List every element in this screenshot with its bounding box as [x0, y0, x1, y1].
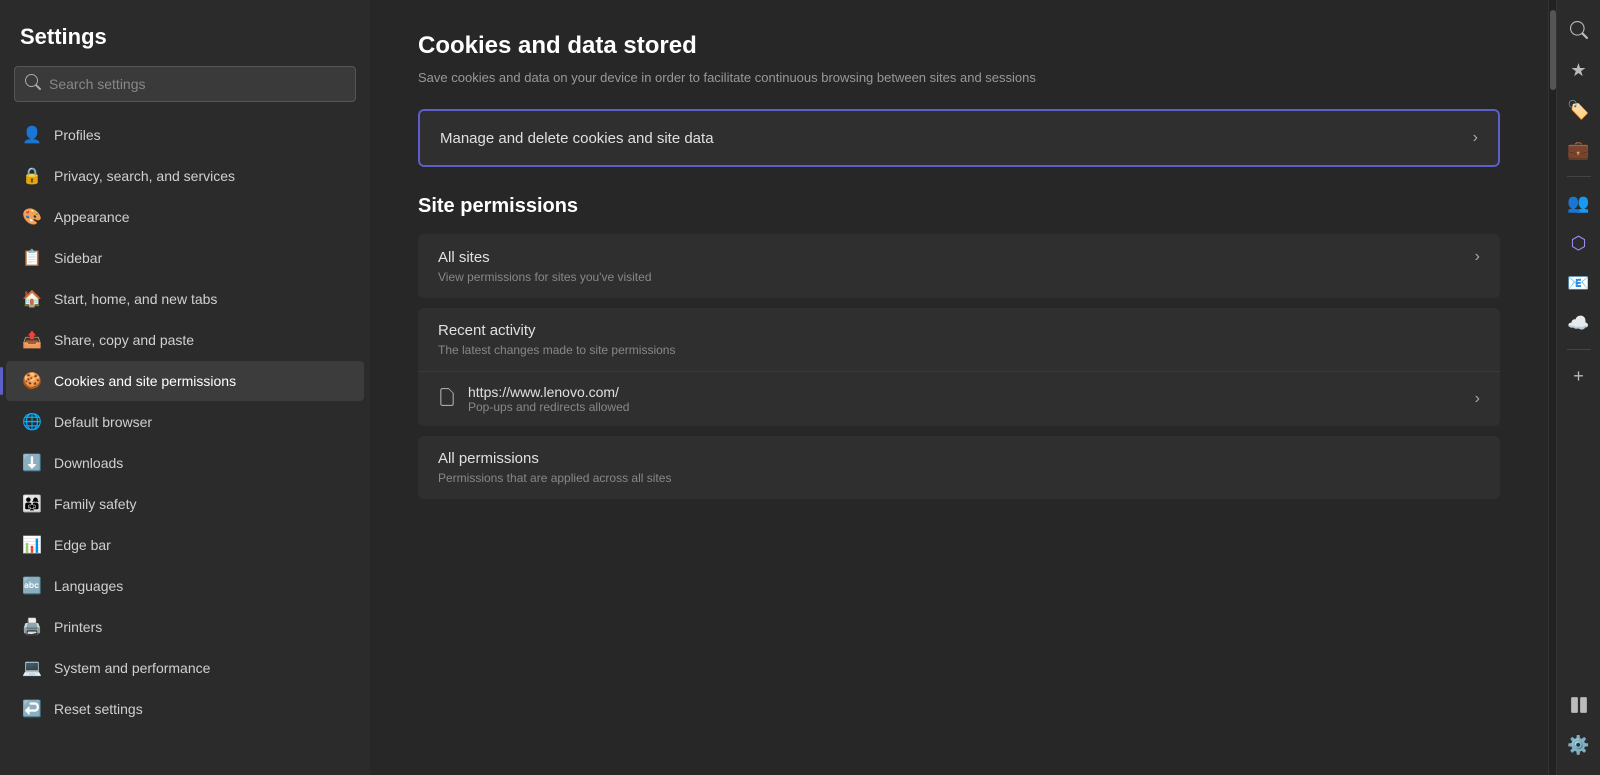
extensions-icon-btn[interactable]: ⬡ — [1561, 225, 1597, 261]
all-permissions-header[interactable]: All permissions — [418, 436, 1500, 471]
splitscreen-icon-btn[interactable] — [1561, 687, 1597, 723]
sidebar-item-privacy[interactable]: 🔒 Privacy, search, and services — [6, 156, 364, 196]
all-sites-subtitle: View permissions for sites you've visite… — [418, 270, 1500, 298]
site-url: https://www.lenovo.com/ — [468, 384, 1463, 400]
nav-icon-default-browser: 🌐 — [22, 412, 42, 432]
nav-label-profiles: Profiles — [54, 127, 101, 143]
main-content: Cookies and data stored Save cookies and… — [370, 0, 1548, 775]
sidebar-item-start-home[interactable]: 🏠 Start, home, and new tabs — [6, 279, 364, 319]
settings-icon-btn[interactable]: ⚙️ — [1561, 727, 1597, 763]
nav-icon-languages: 🔤 — [22, 576, 42, 596]
collections-icon-btn[interactable]: 🏷️ — [1561, 92, 1597, 128]
nav-label-default-browser: Default browser — [54, 414, 152, 430]
nav-icon-reset: ↩️ — [22, 699, 42, 719]
nav-label-cookies: Cookies and site permissions — [54, 373, 236, 389]
site-permissions-title: Site permissions — [418, 195, 1500, 218]
nav-icon-appearance: 🎨 — [22, 207, 42, 227]
search-input[interactable] — [49, 76, 345, 92]
wallet-icon-btn[interactable]: 💼 — [1561, 132, 1597, 168]
nav-icon-share-copy: 📤 — [22, 330, 42, 350]
recent-activity-subtitle: The latest changes made to site permissi… — [418, 343, 1500, 371]
nav-icon-privacy: 🔒 — [22, 166, 42, 186]
sidebar-item-languages[interactable]: 🔤 Languages — [6, 566, 364, 606]
site-entry-chevron-icon: › — [1475, 390, 1480, 408]
outlook-icon-btn[interactable]: 📧 — [1561, 265, 1597, 301]
all-permissions-title: All permissions — [438, 450, 539, 467]
recent-activity-card: Recent activity The latest changes made … — [418, 308, 1500, 426]
icon-divider-2 — [1567, 349, 1591, 350]
nav-label-reset: Reset settings — [54, 701, 143, 717]
nav-icon-start-home: 🏠 — [22, 289, 42, 309]
recent-activity-header: Recent activity — [418, 308, 1500, 343]
nav-label-share-copy: Share, copy and paste — [54, 332, 194, 348]
manage-cookies-link[interactable]: Manage and delete cookies and site data … — [418, 109, 1500, 167]
nav-icon-cookies: 🍪 — [22, 371, 42, 391]
scrollbar-thumb[interactable] — [1550, 10, 1556, 90]
site-entry-lenovo[interactable]: https://www.lenovo.com/ Pop-ups and redi… — [418, 371, 1500, 426]
icon-divider-1 — [1567, 176, 1591, 177]
nav-icon-edge-bar: 📊 — [22, 535, 42, 555]
nav-icon-family-safety: 👨‍👩‍👧 — [22, 494, 42, 514]
nav-label-start-home: Start, home, and new tabs — [54, 291, 217, 307]
sidebar-item-reset[interactable]: ↩️ Reset settings — [6, 689, 364, 729]
nav-icon-downloads: ⬇️ — [22, 453, 42, 473]
all-sites-title: All sites — [438, 249, 490, 266]
nav-label-downloads: Downloads — [54, 455, 123, 471]
sidebar-item-sidebar[interactable]: 📋 Sidebar — [6, 238, 364, 278]
nav-label-system: System and performance — [54, 660, 210, 676]
sidebar-item-cookies[interactable]: 🍪 Cookies and site permissions — [6, 361, 364, 401]
scrollbar[interactable] — [1548, 0, 1556, 775]
search-icon — [25, 74, 41, 94]
site-desc: Pop-ups and redirects allowed — [468, 400, 1463, 414]
all-sites-card[interactable]: All sites › View permissions for sites y… — [418, 234, 1500, 298]
sidebar-item-appearance[interactable]: 🎨 Appearance — [6, 197, 364, 237]
manage-cookies-card[interactable]: Manage and delete cookies and site data … — [418, 109, 1500, 167]
nav-label-printers: Printers — [54, 619, 102, 635]
sidebar: Settings 👤 Profiles 🔒 Privacy, search, a… — [0, 0, 370, 775]
favorites-icon-btn[interactable]: ★ — [1561, 52, 1597, 88]
nav-icon-profiles: 👤 — [22, 125, 42, 145]
nav-label-appearance: Appearance — [54, 209, 130, 225]
sidebar-item-system[interactable]: 💻 System and performance — [6, 648, 364, 688]
nav-label-edge-bar: Edge bar — [54, 537, 111, 553]
sidebar-item-share-copy[interactable]: 📤 Share, copy and paste — [6, 320, 364, 360]
site-info: https://www.lenovo.com/ Pop-ups and redi… — [468, 384, 1463, 414]
page-subtitle: Save cookies and data on your device in … — [418, 70, 1500, 85]
all-sites-header[interactable]: All sites › — [418, 234, 1500, 270]
add-icon-btn[interactable]: + — [1561, 358, 1597, 394]
sidebar-item-family-safety[interactable]: 👨‍👩‍👧 Family safety — [6, 484, 364, 524]
nav-list: 👤 Profiles 🔒 Privacy, search, and servic… — [0, 114, 370, 730]
nav-icon-printers: 🖨️ — [22, 617, 42, 637]
manage-cookies-label: Manage and delete cookies and site data — [440, 130, 714, 147]
search-icon-btn[interactable] — [1561, 12, 1597, 48]
all-permissions-card[interactable]: All permissions Permissions that are app… — [418, 436, 1500, 499]
cloud-icon-btn[interactable]: ☁️ — [1561, 305, 1597, 341]
nav-icon-system: 💻 — [22, 658, 42, 678]
sidebar-item-edge-bar[interactable]: 📊 Edge bar — [6, 525, 364, 565]
all-permissions-subtitle: Permissions that are applied across all … — [418, 471, 1500, 499]
page-title: Cookies and data stored — [418, 32, 1500, 60]
profiles-icon-btn[interactable]: 👥 — [1561, 185, 1597, 221]
settings-title: Settings — [0, 0, 370, 66]
nav-label-family-safety: Family safety — [54, 496, 136, 512]
nav-label-privacy: Privacy, search, and services — [54, 168, 235, 184]
nav-icon-sidebar: 📋 — [22, 248, 42, 268]
nav-label-languages: Languages — [54, 578, 123, 594]
search-box[interactable] — [14, 66, 356, 102]
sidebar-item-downloads[interactable]: ⬇️ Downloads — [6, 443, 364, 483]
sidebar-item-printers[interactable]: 🖨️ Printers — [6, 607, 364, 647]
site-page-icon — [438, 388, 456, 411]
chevron-right-icon: › — [1473, 129, 1478, 147]
recent-activity-title: Recent activity — [438, 322, 536, 339]
right-icons-panel: ★ 🏷️ 💼 👥 ⬡ 📧 ☁️ + ⚙️ — [1556, 0, 1600, 775]
sidebar-item-profiles[interactable]: 👤 Profiles — [6, 115, 364, 155]
nav-label-sidebar: Sidebar — [54, 250, 102, 266]
all-sites-chevron-icon: › — [1475, 248, 1480, 266]
sidebar-item-default-browser[interactable]: 🌐 Default browser — [6, 402, 364, 442]
